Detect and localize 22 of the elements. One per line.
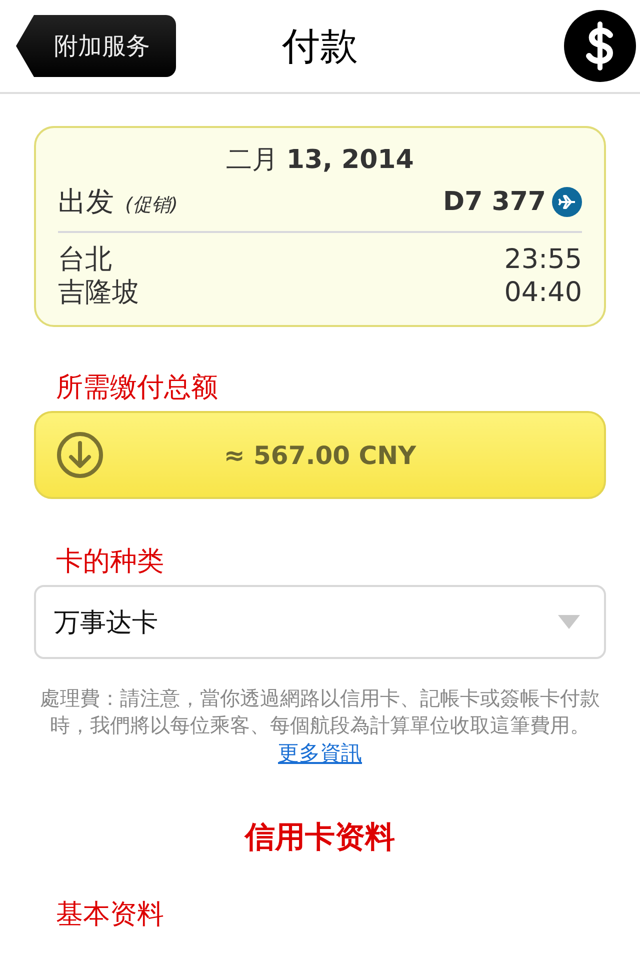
section-label: 基本资料	[56, 898, 165, 932]
flight-date: 二月 13, 2014	[225, 144, 415, 177]
card-type-dropdown[interactable]: 万事达卡	[34, 585, 606, 659]
direction-label: 出发	[58, 185, 114, 218]
section-title: 信用卡资料	[243, 819, 396, 857]
flight-time: 04:40	[504, 276, 582, 309]
flight-time: 23:55	[504, 243, 582, 276]
more-info-link[interactable]: 更多資訊	[278, 741, 362, 765]
section-label: 卡的种类	[56, 545, 165, 579]
fare-note: (促销)	[125, 194, 178, 216]
airplane-icon	[552, 187, 582, 217]
dollar-icon[interactable]	[564, 10, 636, 82]
city-name: 台北	[58, 243, 112, 276]
total-amount-bar[interactable]: ≈ 567.00 CNY	[34, 411, 606, 499]
fee-note: 處理費：請注意，當你透過網路以信用卡、記帳卡或簽帳卡付款時，我們將以每位乘客、每個航段為計算單位收取這筆費用。	[39, 685, 601, 739]
dropdown-caret-icon	[558, 615, 580, 629]
flight-number: D7 377	[443, 187, 546, 217]
total-amount: ≈ 567.00 CNY	[224, 440, 416, 470]
section-label: 所需缴付总额	[56, 371, 219, 405]
back-button[interactable]: 附加服务	[16, 15, 176, 77]
page-title: 付款	[282, 22, 358, 70]
city-name: 吉隆坡	[58, 276, 139, 309]
